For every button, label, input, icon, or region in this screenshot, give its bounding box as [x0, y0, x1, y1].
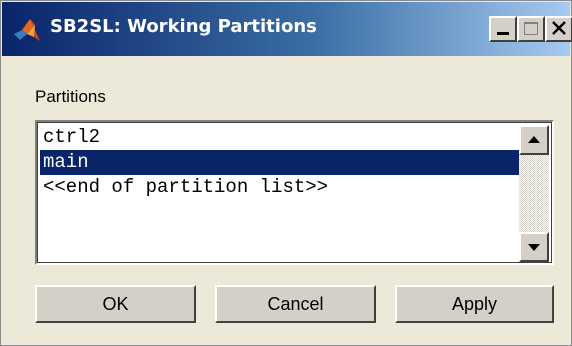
list-item-ctrl2[interactable]: ctrl2 [40, 125, 521, 150]
maximize-button[interactable] [517, 16, 545, 42]
close-icon [552, 21, 566, 35]
list-item-end-of-list[interactable]: <<end of partition list>> [40, 175, 521, 200]
title-bar[interactable]: SB2SL: Working Partitions [2, 2, 572, 56]
scroll-up-button[interactable] [519, 125, 549, 155]
cancel-button[interactable]: Cancel [215, 285, 376, 323]
minimize-button[interactable] [489, 16, 517, 42]
list-item-main[interactable]: main [40, 150, 521, 175]
apply-button[interactable]: Apply [395, 285, 554, 323]
arrow-down-icon [528, 244, 540, 251]
matlab-logo-icon [14, 19, 40, 41]
minimize-icon [497, 32, 509, 35]
dialog-window: SB2SL: Working Partitions Partitions ctr… [0, 0, 572, 346]
partitions-listbox[interactable]: ctrl2 main <<end of partition list>> [35, 120, 554, 265]
partitions-label: Partitions [35, 87, 106, 106]
partitions-list[interactable]: ctrl2 main <<end of partition list>> [40, 125, 521, 262]
vertical-scrollbar[interactable] [519, 125, 549, 262]
arrow-up-icon [528, 136, 540, 143]
maximize-icon [524, 22, 538, 35]
scroll-down-button[interactable] [519, 232, 549, 262]
window-title: SB2SL: Working Partitions [50, 16, 317, 37]
close-button[interactable] [545, 16, 572, 42]
ok-button[interactable]: OK [35, 285, 196, 323]
